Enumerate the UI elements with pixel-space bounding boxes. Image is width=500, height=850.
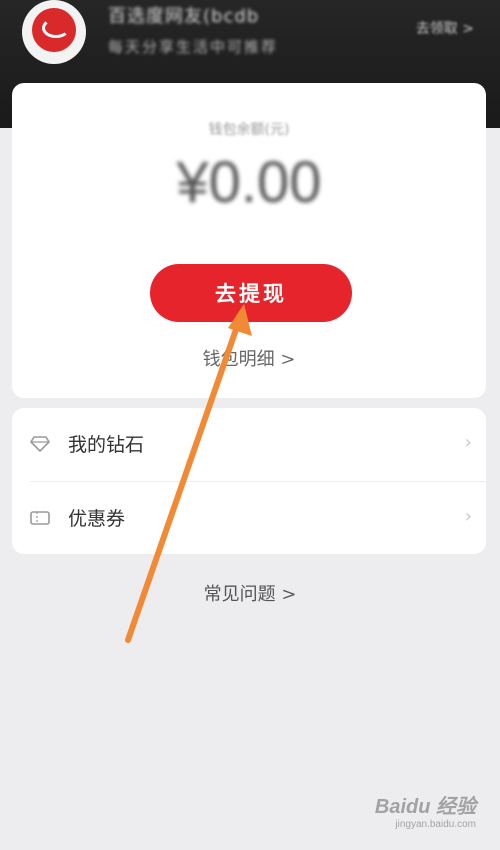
header-link[interactable]: 去领取 > <box>416 18 474 38</box>
chevron-right-icon: › <box>464 506 472 527</box>
coupon-icon <box>30 511 50 525</box>
coupons-label: 优惠券 <box>68 508 126 530</box>
list-item-coupons[interactable]: 优惠券 › <box>12 482 486 554</box>
diamonds-label: 我的钻石 <box>68 434 145 456</box>
user-name: 百选度网友(bcdb <box>108 6 260 27</box>
list-card: 我的钻石 › 优惠券 › <box>12 408 486 554</box>
faq-link[interactable]: 常见问题 > <box>0 580 500 606</box>
wallet-detail-link[interactable]: 钱包明细 > <box>12 345 486 371</box>
chevron-right-icon: › <box>464 432 472 453</box>
watermark-brand: Baidu 经验 <box>374 796 476 818</box>
withdraw-button[interactable]: 去提现 <box>150 264 352 322</box>
balance-amount: ¥0.00 <box>176 150 322 215</box>
watermark-logo: Baidu 经验 jingyan.baidu.com <box>375 790 476 830</box>
diamond-icon <box>30 436 50 452</box>
watermark-url: jingyan.baidu.com <box>395 819 476 830</box>
user-subtitle: 每天分享生活中可推荐 <box>108 38 279 56</box>
avatar[interactable] <box>22 0 86 64</box>
wallet-card: 钱包余额(元) ¥0.00 去提现 钱包明细 > <box>12 83 486 398</box>
list-item-diamonds[interactable]: 我的钻石 › <box>12 408 486 482</box>
balance-label: 钱包余额(元) <box>208 122 290 138</box>
